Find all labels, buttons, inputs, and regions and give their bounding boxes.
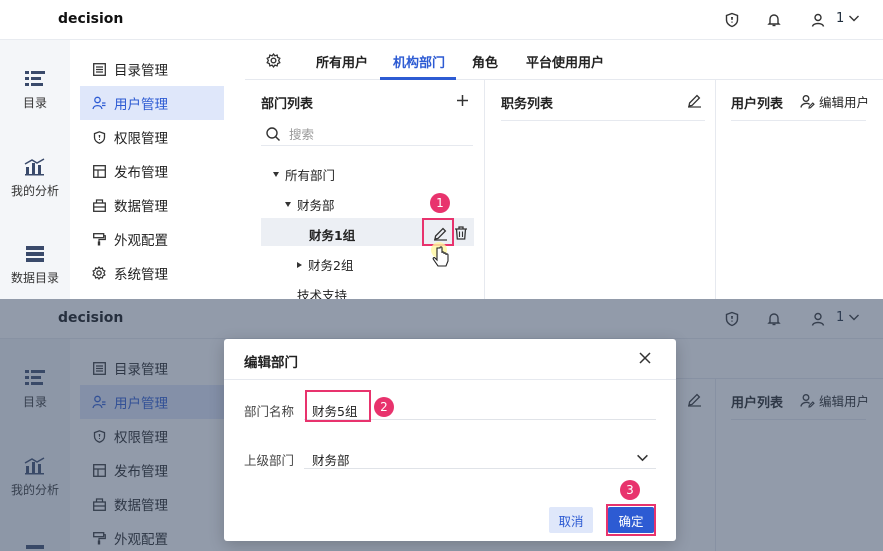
menu-item-catalog[interactable]: 目录管理 [80, 52, 224, 86]
dept-list-title: 部门列表 [261, 97, 314, 112]
chevron-down-icon[interactable] [636, 451, 649, 468]
rail-label: 目录 [22, 96, 47, 110]
menu-item-permission[interactable]: 权限管理 [80, 120, 224, 154]
menu-item-publish[interactable]: 发布管理 [80, 154, 224, 188]
screen-before: decision 1 目录 我的分析 数据目录 目录管理 用户管理 权限管理 发… [0, 0, 883, 299]
column-line [501, 120, 705, 121]
tab-all-users[interactable]: 所有用户 [316, 52, 368, 71]
search-placeholder: 搜索 [289, 127, 315, 142]
column-divider [484, 80, 485, 299]
edit-department-dialog: 编辑部门 部门名称 财务5组 2 上级部门 财务部 取消 确定 3 [224, 339, 676, 541]
bell-icon[interactable] [764, 10, 784, 30]
delete-trash-icon[interactable] [451, 223, 471, 243]
search-icon [266, 126, 281, 141]
top-bar: decision 1 [0, 0, 883, 40]
menu-item-user[interactable]: 用户管理 [80, 86, 224, 120]
rail-label: 数据目录 [10, 271, 59, 285]
tab-bar: 所有用户 机构部门 角色 平台使用用户 [245, 40, 883, 80]
step-highlight-name [305, 390, 371, 422]
gear-icon [92, 266, 106, 280]
tree-label: 财务部 [297, 198, 335, 213]
expand-triangle-icon[interactable] [273, 172, 279, 177]
rail-item-data-catalog[interactable]: 数据目录 [0, 245, 70, 286]
menu-item-appearance[interactable]: 外观配置 [80, 222, 224, 256]
tab-roles[interactable]: 角色 [472, 52, 498, 71]
active-tab-indicator [380, 77, 456, 80]
menu-label: 权限管理 [114, 131, 168, 147]
side-menu: 目录管理 用户管理 权限管理 发布管理 数据管理 外观配置 系统管理 [70, 40, 245, 299]
user-list-title: 用户列表 [731, 97, 784, 112]
column-line [731, 120, 866, 121]
dialog-divider [224, 379, 676, 380]
tree-label: 财务2组 [308, 258, 354, 273]
tab-departments[interactable]: 机构部门 [393, 52, 445, 71]
position-list-title: 职务列表 [501, 97, 554, 112]
main-content: 所有用户 机构部门 角色 平台使用用户 部门列表 搜索 所有部门 财务部 财务1… [245, 40, 883, 299]
close-icon[interactable] [638, 351, 654, 367]
database-icon [92, 198, 106, 212]
step-badge-1: 1 [430, 193, 450, 213]
shield-badge-icon[interactable] [722, 10, 742, 30]
rail-item-catalog[interactable]: 目录 [0, 70, 70, 111]
user-icon[interactable] [808, 10, 828, 30]
tree-node-finance[interactable]: 财务部 [285, 195, 335, 214]
menu-label: 目录管理 [114, 63, 168, 79]
screen-dialog: decision 1 目录 我的分析 目录管理 [0, 299, 883, 551]
dept-search-input[interactable]: 搜索 [261, 122, 473, 146]
app-title: decision [58, 11, 124, 27]
menu-label: 用户管理 [114, 97, 168, 113]
tree-node-finance-1[interactable]: 财务1组 [309, 225, 355, 244]
chevron-down-icon[interactable] [848, 12, 860, 28]
edit-pencil-icon[interactable] [684, 90, 704, 110]
edit-user-button[interactable]: 编辑用户 [800, 92, 869, 111]
menu-label: 系统管理 [114, 267, 168, 283]
expand-triangle-icon[interactable] [285, 202, 291, 207]
user-number[interactable]: 1 [836, 11, 844, 26]
menu-label: 数据管理 [114, 199, 168, 215]
rail-label: 我的分析 [10, 184, 59, 198]
publish-icon [92, 164, 106, 178]
settings-gear-icon[interactable] [263, 50, 283, 70]
tree-node-root[interactable]: 所有部门 [273, 165, 335, 184]
menu-item-system[interactable]: 系统管理 [80, 256, 224, 290]
hand-cursor-icon [431, 242, 453, 276]
add-icon[interactable] [452, 90, 472, 110]
chart-icon [24, 158, 45, 176]
list-icon [92, 62, 106, 76]
select-underline [304, 468, 656, 469]
rail-item-analysis[interactable]: 我的分析 [0, 158, 70, 199]
parent-dept-label: 上级部门 [244, 453, 295, 468]
edit-user-label: 编辑用户 [819, 95, 870, 110]
paint-roller-icon [92, 232, 106, 246]
dialog-title: 编辑部门 [244, 355, 298, 371]
shield-icon [92, 130, 106, 144]
column-divider [715, 80, 716, 299]
menu-label: 外观配置 [114, 233, 168, 249]
user-manage-icon [92, 96, 106, 110]
tree-label: 技术支持 [297, 288, 348, 299]
tab-platform-users[interactable]: 平台使用用户 [526, 52, 604, 71]
dept-name-label: 部门名称 [244, 404, 295, 419]
tree-label: 财务1组 [309, 228, 356, 243]
parent-dept-select[interactable]: 财务部 [312, 450, 350, 469]
collapse-triangle-icon[interactable] [297, 261, 302, 268]
cancel-button[interactable]: 取消 [549, 507, 593, 533]
tree-node-tech[interactable]: 技术支持 [297, 285, 347, 299]
data-catalog-icon [26, 246, 44, 262]
icon-rail: 目录 我的分析 数据目录 [0, 40, 70, 299]
catalog-icon [25, 71, 45, 86]
tree-node-finance-2[interactable]: 财务2组 [297, 255, 353, 274]
edit-user-icon [800, 95, 815, 109]
step-badge-3: 3 [620, 480, 640, 500]
menu-item-data[interactable]: 数据管理 [80, 188, 224, 222]
step-highlight-ok [606, 504, 656, 536]
menu-label: 发布管理 [114, 165, 168, 181]
tree-label: 所有部门 [285, 168, 336, 183]
step-badge-2: 2 [374, 397, 394, 417]
